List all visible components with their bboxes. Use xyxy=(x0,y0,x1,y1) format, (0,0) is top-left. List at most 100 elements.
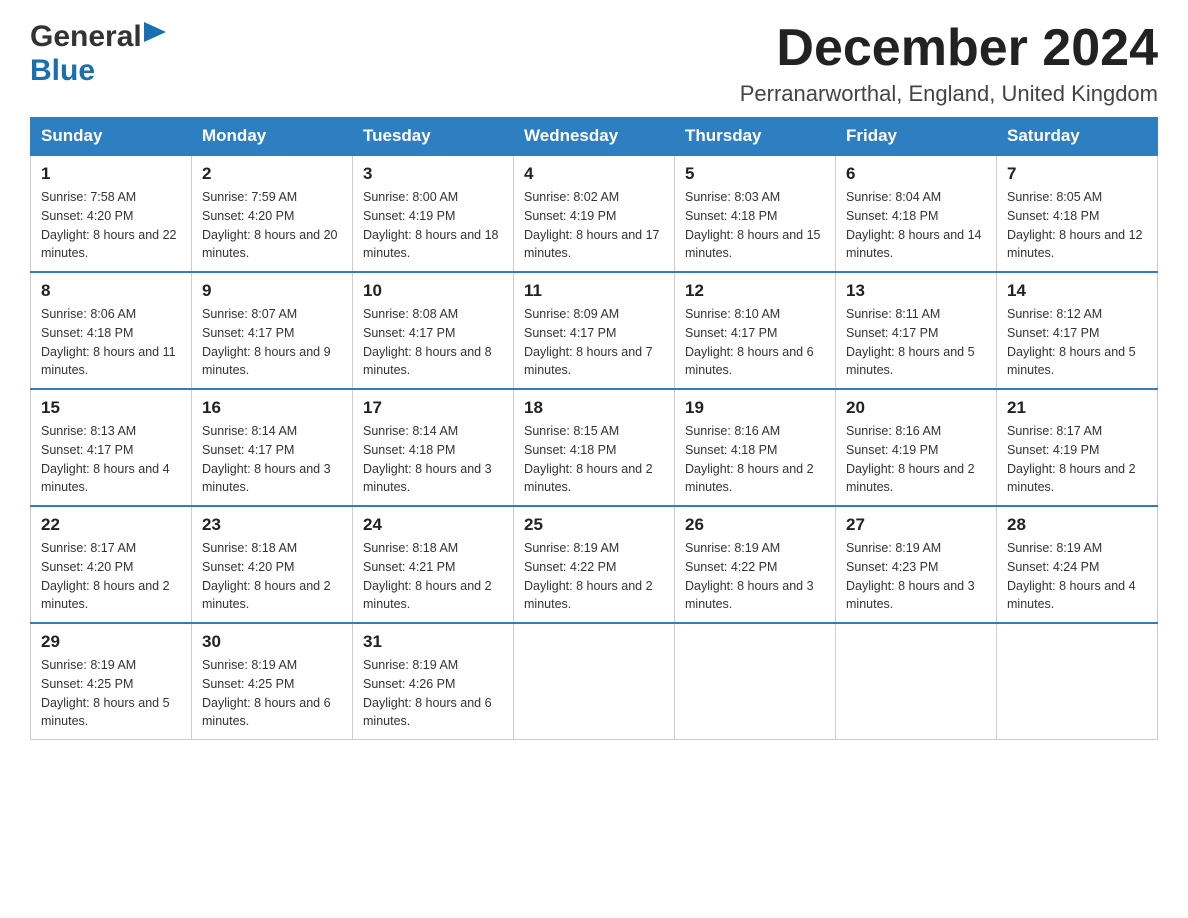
calendar-cell: 4 Sunrise: 8:02 AMSunset: 4:19 PMDaylight… xyxy=(514,155,675,272)
calendar-cell: 22 Sunrise: 8:17 AMSunset: 4:20 PMDayligh… xyxy=(31,506,192,623)
calendar-table: SundayMondayTuesdayWednesdayThursdayFrid… xyxy=(30,117,1158,740)
day-info: Sunrise: 8:19 AMSunset: 4:25 PMDaylight:… xyxy=(41,658,170,728)
day-number: 7 xyxy=(1007,164,1147,184)
calendar-cell: 18 Sunrise: 8:15 AMSunset: 4:18 PMDayligh… xyxy=(514,389,675,506)
calendar-cell: 25 Sunrise: 8:19 AMSunset: 4:22 PMDayligh… xyxy=(514,506,675,623)
header-thursday: Thursday xyxy=(675,118,836,156)
day-number: 29 xyxy=(41,632,181,652)
day-info: Sunrise: 8:06 AMSunset: 4:18 PMDaylight:… xyxy=(41,307,176,377)
calendar-cell: 24 Sunrise: 8:18 AMSunset: 4:21 PMDayligh… xyxy=(353,506,514,623)
day-info: Sunrise: 8:19 AMSunset: 4:23 PMDaylight:… xyxy=(846,541,975,611)
calendar-week-2: 8 Sunrise: 8:06 AMSunset: 4:18 PMDaylight… xyxy=(31,272,1158,389)
page-header: General Blue December 2024 Perranarworth… xyxy=(30,20,1158,107)
day-info: Sunrise: 8:18 AMSunset: 4:21 PMDaylight:… xyxy=(363,541,492,611)
title-section: December 2024 Perranarworthal, England, … xyxy=(740,20,1158,107)
calendar-cell xyxy=(836,623,997,740)
day-info: Sunrise: 8:15 AMSunset: 4:18 PMDaylight:… xyxy=(524,424,653,494)
calendar-cell: 17 Sunrise: 8:14 AMSunset: 4:18 PMDayligh… xyxy=(353,389,514,506)
calendar-cell: 31 Sunrise: 8:19 AMSunset: 4:26 PMDayligh… xyxy=(353,623,514,740)
day-info: Sunrise: 8:17 AMSunset: 4:19 PMDaylight:… xyxy=(1007,424,1136,494)
day-info: Sunrise: 8:00 AMSunset: 4:19 PMDaylight:… xyxy=(363,190,499,260)
day-number: 16 xyxy=(202,398,342,418)
day-number: 21 xyxy=(1007,398,1147,418)
day-number: 15 xyxy=(41,398,181,418)
calendar-cell: 12 Sunrise: 8:10 AMSunset: 4:17 PMDayligh… xyxy=(675,272,836,389)
day-number: 26 xyxy=(685,515,825,535)
calendar-header-row: SundayMondayTuesdayWednesdayThursdayFrid… xyxy=(31,118,1158,156)
calendar-cell: 3 Sunrise: 8:00 AMSunset: 4:19 PMDaylight… xyxy=(353,155,514,272)
day-number: 8 xyxy=(41,281,181,301)
day-number: 12 xyxy=(685,281,825,301)
day-number: 22 xyxy=(41,515,181,535)
day-number: 5 xyxy=(685,164,825,184)
day-info: Sunrise: 8:19 AMSunset: 4:22 PMDaylight:… xyxy=(685,541,814,611)
day-number: 2 xyxy=(202,164,342,184)
calendar-cell: 30Sunrise: 8:19 AMSunset: 4:25 PMDayligh… xyxy=(192,623,353,740)
day-number: 31 xyxy=(363,632,503,652)
day-number: 30 xyxy=(202,632,342,652)
day-info: Sunrise: 8:05 AMSunset: 4:18 PMDaylight:… xyxy=(1007,190,1143,260)
calendar-cell: 8 Sunrise: 8:06 AMSunset: 4:18 PMDaylight… xyxy=(31,272,192,389)
day-number: 13 xyxy=(846,281,986,301)
day-info: Sunrise: 8:18 AMSunset: 4:20 PMDaylight:… xyxy=(202,541,331,611)
calendar-cell: 6 Sunrise: 8:04 AMSunset: 4:18 PMDaylight… xyxy=(836,155,997,272)
header-wednesday: Wednesday xyxy=(514,118,675,156)
calendar-cell xyxy=(675,623,836,740)
day-number: 11 xyxy=(524,281,664,301)
day-number: 4 xyxy=(524,164,664,184)
day-info: Sunrise: 8:16 AMSunset: 4:19 PMDaylight:… xyxy=(846,424,975,494)
day-number: 17 xyxy=(363,398,503,418)
calendar-cell: 7 Sunrise: 8:05 AMSunset: 4:18 PMDaylight… xyxy=(997,155,1158,272)
calendar-cell: 23 Sunrise: 8:18 AMSunset: 4:20 PMDayligh… xyxy=(192,506,353,623)
day-info: Sunrise: 8:14 AMSunset: 4:18 PMDaylight:… xyxy=(363,424,492,494)
header-saturday: Saturday xyxy=(997,118,1158,156)
day-info: Sunrise: 8:07 AMSunset: 4:17 PMDaylight:… xyxy=(202,307,331,377)
calendar-cell: 27Sunrise: 8:19 AMSunset: 4:23 PMDayligh… xyxy=(836,506,997,623)
day-info: Sunrise: 8:19 AMSunset: 4:22 PMDaylight:… xyxy=(524,541,653,611)
day-number: 10 xyxy=(363,281,503,301)
day-info: Sunrise: 8:16 AMSunset: 4:18 PMDaylight:… xyxy=(685,424,814,494)
day-info: Sunrise: 8:02 AMSunset: 4:19 PMDaylight:… xyxy=(524,190,660,260)
day-info: Sunrise: 8:19 AMSunset: 4:24 PMDaylight:… xyxy=(1007,541,1136,611)
logo-general-text: General xyxy=(30,20,142,54)
calendar-cell: 10Sunrise: 8:08 AMSunset: 4:17 PMDayligh… xyxy=(353,272,514,389)
day-info: Sunrise: 8:19 AMSunset: 4:26 PMDaylight:… xyxy=(363,658,492,728)
day-number: 9 xyxy=(202,281,342,301)
calendar-week-5: 29 Sunrise: 8:19 AMSunset: 4:25 PMDayligh… xyxy=(31,623,1158,740)
day-number: 20 xyxy=(846,398,986,418)
day-number: 23 xyxy=(202,515,342,535)
header-monday: Monday xyxy=(192,118,353,156)
day-number: 6 xyxy=(846,164,986,184)
logo-blue-text: Blue xyxy=(30,54,95,88)
day-info: Sunrise: 8:10 AMSunset: 4:17 PMDaylight:… xyxy=(685,307,814,377)
calendar-cell: 29 Sunrise: 8:19 AMSunset: 4:25 PMDayligh… xyxy=(31,623,192,740)
day-number: 1 xyxy=(41,164,181,184)
day-number: 18 xyxy=(524,398,664,418)
header-friday: Friday xyxy=(836,118,997,156)
day-number: 24 xyxy=(363,515,503,535)
calendar-cell: 1Sunrise: 7:58 AMSunset: 4:20 PMDaylight… xyxy=(31,155,192,272)
day-number: 3 xyxy=(363,164,503,184)
calendar-week-3: 15 Sunrise: 8:13 AMSunset: 4:17 PMDayligh… xyxy=(31,389,1158,506)
location-title: Perranarworthal, England, United Kingdom xyxy=(740,81,1158,107)
day-number: 14 xyxy=(1007,281,1147,301)
day-info: Sunrise: 8:17 AMSunset: 4:20 PMDaylight:… xyxy=(41,541,170,611)
day-info: Sunrise: 8:09 AMSunset: 4:17 PMDaylight:… xyxy=(524,307,653,377)
calendar-cell xyxy=(997,623,1158,740)
calendar-cell: 14 Sunrise: 8:12 AMSunset: 4:17 PMDayligh… xyxy=(997,272,1158,389)
calendar-cell: 15 Sunrise: 8:13 AMSunset: 4:17 PMDayligh… xyxy=(31,389,192,506)
day-info: Sunrise: 8:04 AMSunset: 4:18 PMDaylight:… xyxy=(846,190,982,260)
calendar-cell: 2 Sunrise: 7:59 AMSunset: 4:20 PMDaylight… xyxy=(192,155,353,272)
header-sunday: Sunday xyxy=(31,118,192,156)
calendar-cell: 16Sunrise: 8:14 AMSunset: 4:17 PMDayligh… xyxy=(192,389,353,506)
calendar-cell: 11 Sunrise: 8:09 AMSunset: 4:17 PMDayligh… xyxy=(514,272,675,389)
calendar-week-1: 1Sunrise: 7:58 AMSunset: 4:20 PMDaylight… xyxy=(31,155,1158,272)
day-info: Sunrise: 7:59 AMSunset: 4:20 PMDaylight:… xyxy=(202,190,338,260)
day-number: 25 xyxy=(524,515,664,535)
calendar-week-4: 22 Sunrise: 8:17 AMSunset: 4:20 PMDayligh… xyxy=(31,506,1158,623)
day-number: 19 xyxy=(685,398,825,418)
calendar-cell: 9 Sunrise: 8:07 AMSunset: 4:17 PMDaylight… xyxy=(192,272,353,389)
logo: General Blue xyxy=(30,20,166,88)
day-info: Sunrise: 8:13 AMSunset: 4:17 PMDaylight:… xyxy=(41,424,170,494)
day-info: Sunrise: 8:12 AMSunset: 4:17 PMDaylight:… xyxy=(1007,307,1136,377)
